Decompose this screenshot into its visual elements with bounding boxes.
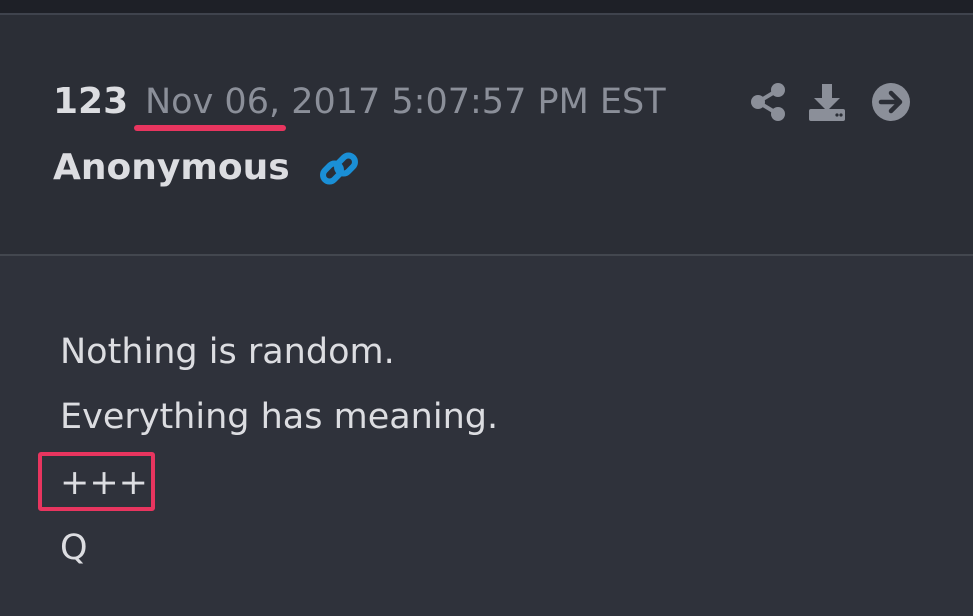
share-icon[interactable] — [749, 80, 789, 124]
arrow-right-circle-icon[interactable] — [871, 80, 911, 124]
post-number: 123 — [53, 81, 129, 122]
post-header — [0, 15, 973, 255]
date-underline-annotation — [134, 125, 286, 131]
top-bar — [0, 0, 973, 13]
post-author: Anonymous — [53, 147, 290, 188]
download-icon[interactable] — [807, 80, 847, 124]
link-icon[interactable] — [318, 149, 360, 189]
post-text-line: Nothing is random. — [60, 332, 395, 372]
post-text-line: Everything has meaning. — [60, 397, 499, 437]
highlight-box-annotation — [38, 452, 155, 511]
post-signature: Q — [60, 528, 88, 568]
post-timestamp: Nov 06, 2017 5:07:57 PM EST — [145, 82, 666, 122]
